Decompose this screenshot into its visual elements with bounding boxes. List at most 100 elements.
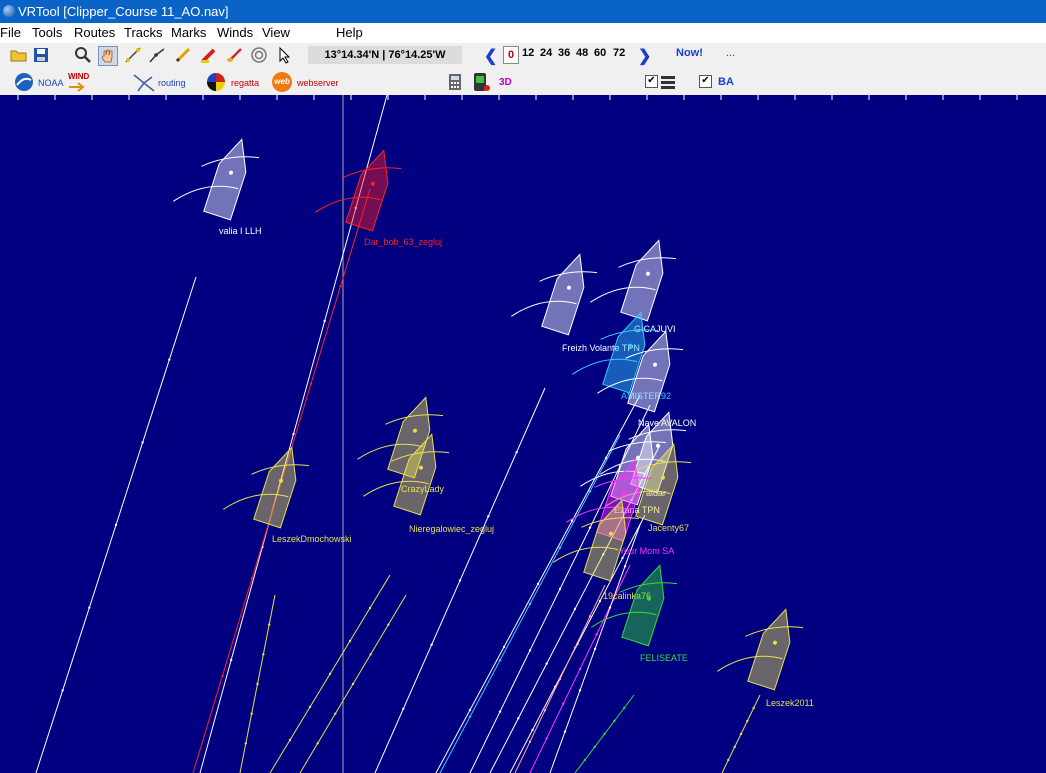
hour-24[interactable]: 24 <box>540 47 552 59</box>
track-marker <box>502 645 506 649</box>
track-marker <box>262 653 265 656</box>
menu-tracks[interactable]: Tracks <box>124 25 163 40</box>
wind-arrow-icon[interactable] <box>68 82 86 92</box>
track-marker <box>292 432 295 436</box>
track-marker <box>727 758 730 762</box>
boat-name-label: Jacenty67 <box>648 523 689 533</box>
hour-48[interactable]: 48 <box>576 47 588 59</box>
track-marker <box>578 667 582 671</box>
track-marker <box>562 702 565 705</box>
boat-name-label: LeszekDmochowski <box>272 534 352 544</box>
next-time-arrow-icon[interactable]: ❯ <box>638 46 651 66</box>
menu-file[interactable]: File <box>0 25 21 40</box>
boat-hull <box>747 608 791 691</box>
track-marker <box>244 742 248 745</box>
boat-marker <box>590 239 677 322</box>
layers-menu-icon[interactable] <box>661 75 675 89</box>
track-marker <box>168 358 171 361</box>
track-marker <box>515 450 518 454</box>
track-marker <box>621 556 624 560</box>
track-marker <box>328 672 332 676</box>
3d-button[interactable]: 3D <box>499 77 512 88</box>
boat-marker <box>173 138 260 221</box>
now-button[interactable]: Now! <box>676 47 703 59</box>
menu-winds[interactable]: Winds <box>217 25 253 40</box>
zoom-icon[interactable] <box>74 46 92 64</box>
track-marker <box>250 712 253 715</box>
menu-tools[interactable]: Tools <box>32 25 62 40</box>
pointer-icon[interactable] <box>276 46 294 64</box>
gps-device-icon[interactable] <box>472 72 490 92</box>
routing-label[interactable]: routing <box>158 78 186 88</box>
menu-help[interactable]: Help <box>336 25 363 40</box>
track-marker <box>545 737 548 740</box>
marker-icon[interactable] <box>200 46 218 64</box>
track-marker <box>608 606 612 609</box>
track-marker <box>545 662 548 665</box>
track-marker <box>348 639 352 643</box>
track-marker <box>528 740 532 743</box>
menu-view[interactable]: View <box>262 25 290 40</box>
track-marker <box>746 719 749 723</box>
track-marker <box>588 615 592 618</box>
track-marker <box>256 682 259 686</box>
regatta-label[interactable]: regatta <box>231 78 259 88</box>
menu-marks[interactable]: Marks <box>171 25 206 40</box>
track-marker <box>623 565 627 568</box>
menu-routes[interactable]: Routes <box>74 25 115 40</box>
route-line-icon[interactable] <box>148 46 166 64</box>
pan-hand-icon[interactable] <box>98 46 118 66</box>
track-marker <box>558 546 562 549</box>
wind-label[interactable]: WIND <box>68 72 89 81</box>
pencil-icon[interactable] <box>174 46 192 64</box>
noaa-icon[interactable] <box>14 72 34 92</box>
track-marker <box>316 742 319 745</box>
more-button[interactable]: ... <box>726 47 735 59</box>
track-marker <box>598 599 602 603</box>
boat-hull <box>203 138 247 221</box>
coordinate-readout: 13°14.34'N | 76°14.25'W <box>308 46 462 64</box>
measure-icon[interactable] <box>124 46 142 64</box>
chart-map[interactable]: valia I LLH Dar_bob_63_zegluj GICAJUVI Frei… <box>0 95 1046 773</box>
track-marker <box>339 285 342 288</box>
boat-layer[interactable]: valia I LLHDar_bob_63_zeglujGICAJUVIFrei… <box>0 95 1046 773</box>
ba-label[interactable]: BA <box>718 76 734 88</box>
target-icon[interactable] <box>250 46 268 64</box>
track-marker <box>595 633 598 636</box>
track-marker <box>288 738 292 742</box>
routing-icon[interactable] <box>132 71 156 93</box>
window-title: VRTool [Clipper_Course 11_AO.nav] <box>18 4 229 19</box>
track-marker <box>229 658 233 662</box>
webserver-label[interactable]: webserver <box>297 78 339 88</box>
hour-72[interactable]: 72 <box>613 47 625 59</box>
save-icon[interactable] <box>32 46 50 64</box>
regatta-icon[interactable] <box>206 72 226 92</box>
track-marker <box>323 319 326 323</box>
track-marker <box>543 709 547 712</box>
track-marker <box>430 643 433 646</box>
hour-36[interactable]: 36 <box>558 47 570 59</box>
track-marker <box>387 623 390 626</box>
calculator-icon[interactable] <box>448 73 462 91</box>
prev-time-arrow-icon[interactable]: ❮ <box>484 46 497 66</box>
ba-checkbox[interactable]: ✔ <box>699 75 712 88</box>
noaa-label[interactable]: NOAA <box>38 78 64 88</box>
track-marker <box>752 706 755 710</box>
hour-12[interactable]: 12 <box>522 47 534 59</box>
boat-markers: valia I LLHDar_bob_63_zeglujGICAJUVIFrei… <box>173 138 814 708</box>
boat-marker <box>223 446 310 529</box>
hour-60[interactable]: 60 <box>594 47 606 59</box>
open-folder-icon[interactable] <box>10 46 28 64</box>
boat-marker <box>315 149 402 232</box>
track-marker <box>468 715 472 718</box>
track-marker <box>558 587 562 591</box>
hour-0[interactable]: 0 <box>503 46 519 64</box>
brush-icon[interactable] <box>226 46 244 64</box>
track-marker <box>739 732 743 736</box>
track-marker <box>308 705 312 709</box>
track-marker <box>593 647 597 651</box>
track-marker <box>369 653 372 656</box>
web-icon[interactable]: web <box>272 72 292 92</box>
track-marker <box>368 606 372 610</box>
layers-checkbox[interactable]: ✔ <box>645 75 658 88</box>
